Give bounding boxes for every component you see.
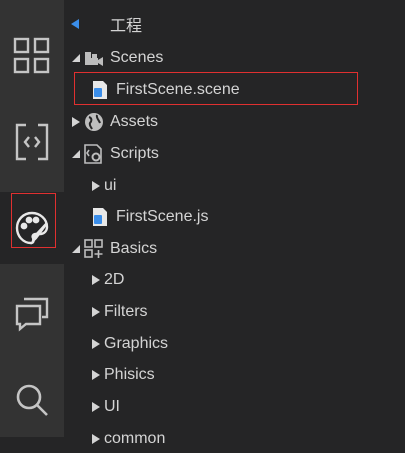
tree-item-ui[interactable]: UI bbox=[64, 393, 405, 421]
chat-icon bbox=[15, 297, 49, 332]
scene-camera-icon bbox=[84, 48, 104, 68]
activity-bar bbox=[0, 0, 64, 437]
tree-item-scripts[interactable]: Scripts bbox=[64, 140, 405, 168]
expanded-arrow-icon bbox=[70, 148, 82, 160]
expanded-arrow-icon bbox=[70, 243, 82, 255]
tree-item-label: UI bbox=[104, 398, 120, 415]
tree-item-label: ui bbox=[104, 177, 117, 194]
project-tree-panel: 工程 Scenes FirstScene.scene Assets Script… bbox=[64, 0, 405, 447]
tree-item-firstscene-scene[interactable]: FirstScene.scene bbox=[64, 76, 405, 104]
panel-header[interactable]: 工程 bbox=[64, 10, 405, 38]
activity-chat-button[interactable] bbox=[0, 278, 64, 350]
tree-item-label: Filters bbox=[104, 303, 148, 320]
blocks-icon bbox=[84, 239, 104, 259]
activity-code-button[interactable] bbox=[0, 106, 64, 178]
collapsed-arrow-icon bbox=[90, 306, 102, 318]
tree-item-phisics[interactable]: Phisics bbox=[64, 361, 405, 389]
file-icon bbox=[90, 80, 110, 100]
tree-item-filters[interactable]: Filters bbox=[64, 298, 405, 326]
tree-item-assets[interactable]: Assets bbox=[64, 108, 405, 136]
activity-search-button[interactable] bbox=[0, 364, 64, 436]
tree-item-label: common bbox=[104, 430, 166, 447]
panel-title: 工程 bbox=[110, 18, 143, 35]
tree-item-common[interactable]: common bbox=[64, 425, 405, 453]
script-gear-icon bbox=[84, 144, 104, 164]
collapsed-arrow-icon bbox=[90, 401, 102, 413]
tree-item-label: Graphics bbox=[104, 335, 169, 352]
collapsed-arrow-icon bbox=[90, 180, 102, 192]
activity-palette-button[interactable] bbox=[0, 192, 64, 264]
expanded-arrow-icon bbox=[70, 52, 82, 64]
tree-item-label: Phisics bbox=[104, 366, 155, 383]
tree-item-label: FirstScene.scene bbox=[116, 81, 240, 98]
tree-item-label: 2D bbox=[104, 271, 125, 288]
collapsed-arrow-icon bbox=[90, 338, 102, 350]
tree-item-label: Basics bbox=[110, 240, 158, 257]
tree-item-scenes[interactable]: Scenes bbox=[64, 44, 405, 72]
search-icon bbox=[16, 384, 48, 416]
collapsed-arrow-icon bbox=[90, 369, 102, 381]
collapsed-arrow-icon bbox=[90, 433, 102, 445]
tree-item-label: Scripts bbox=[110, 145, 159, 162]
code-brackets-icon bbox=[15, 123, 49, 161]
tree-item-ui-folder[interactable]: ui bbox=[64, 172, 405, 200]
tree-item-label: FirstScene.js bbox=[116, 208, 209, 225]
tree-item-basics[interactable]: Basics bbox=[64, 235, 405, 263]
collapsed-arrow-icon bbox=[90, 274, 102, 286]
tree-item-firstscene-js[interactable]: FirstScene.js bbox=[64, 203, 405, 231]
tree-item-2d[interactable]: 2D bbox=[64, 266, 405, 294]
collapsed-arrow-icon bbox=[70, 116, 82, 128]
tree-item-label: Assets bbox=[110, 113, 159, 130]
file-icon bbox=[90, 207, 110, 227]
activity-grid-button[interactable] bbox=[0, 20, 64, 92]
globe-icon bbox=[84, 112, 104, 132]
grid-icon bbox=[13, 37, 50, 74]
tree-item-graphics[interactable]: Graphics bbox=[64, 330, 405, 358]
tree-item-label: Scenes bbox=[110, 49, 164, 66]
collapse-triangle-icon bbox=[71, 19, 79, 29]
palette-icon bbox=[15, 211, 49, 245]
